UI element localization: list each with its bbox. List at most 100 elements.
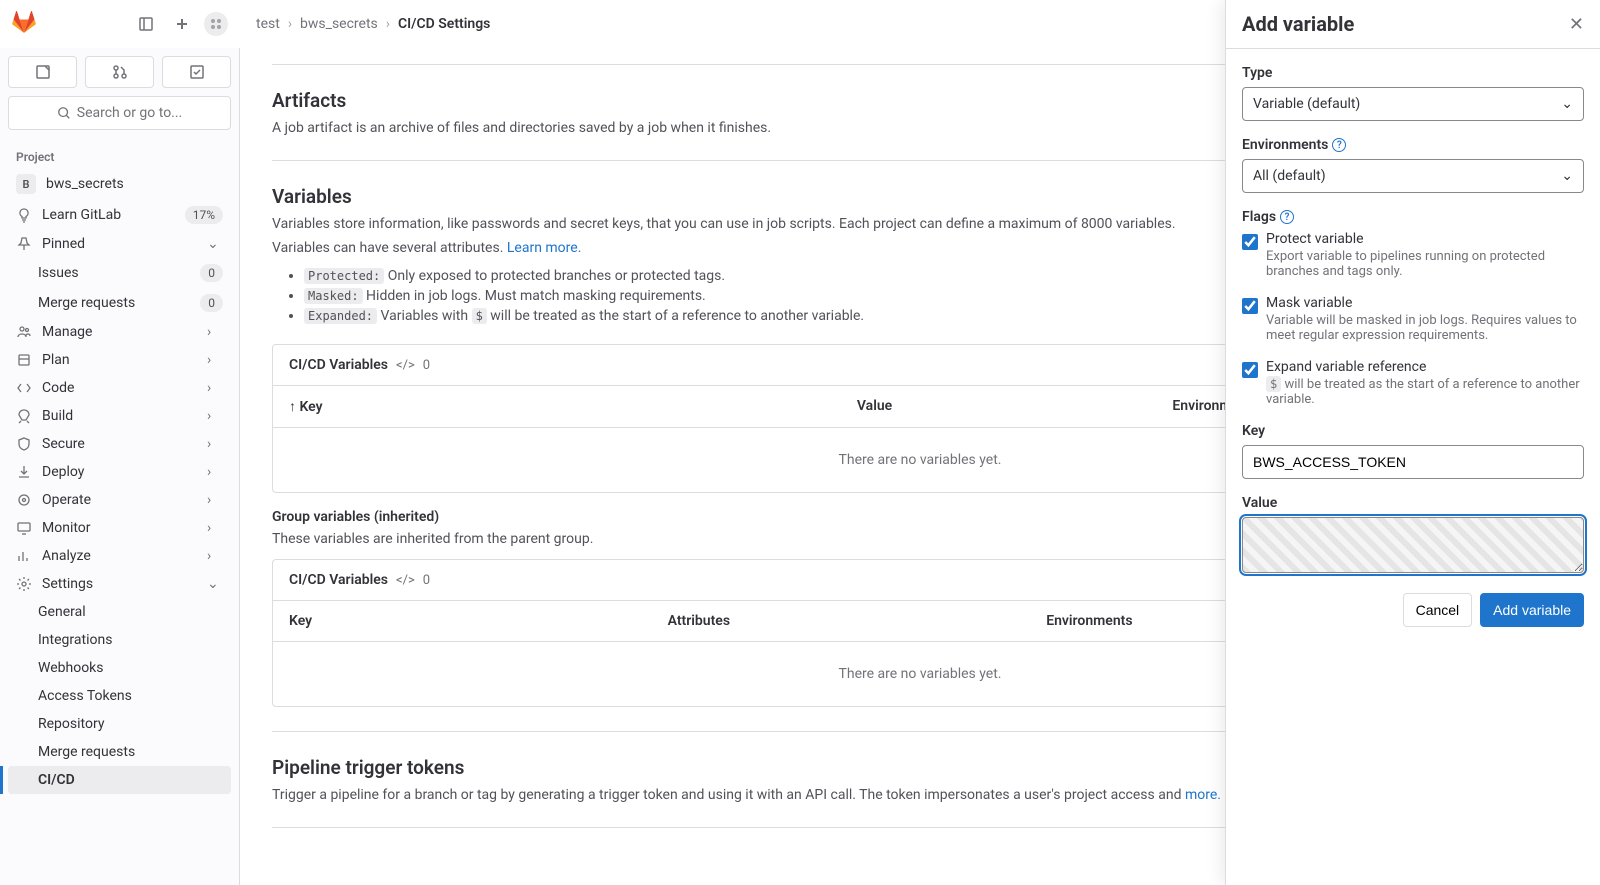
more-link[interactable]: more. bbox=[1185, 787, 1221, 803]
sidebar-section-label: Project bbox=[8, 142, 231, 168]
sidebar-item-label: Monitor bbox=[42, 520, 197, 536]
sidebar-item-label: Repository bbox=[38, 716, 223, 732]
pin-icon bbox=[16, 236, 32, 252]
sidebar-item-label: Deploy bbox=[42, 464, 197, 480]
merge-request-icon[interactable] bbox=[85, 56, 154, 88]
type-select[interactable]: Variable (default) ⌄ bbox=[1242, 87, 1584, 121]
count-value: 0 bbox=[423, 573, 430, 588]
close-icon[interactable]: ✕ bbox=[1569, 14, 1584, 35]
code-badge: Masked: bbox=[304, 288, 363, 304]
chevron-down-icon: ⌄ bbox=[207, 576, 223, 592]
chevron-right-icon: › bbox=[207, 324, 223, 340]
code-icon-small: </> bbox=[396, 358, 415, 373]
open-in-ide-button[interactable] bbox=[8, 56, 77, 88]
table-header-key[interactable]: ↑ Key bbox=[289, 398, 857, 415]
table-header-attributes: Attributes bbox=[668, 613, 1047, 629]
breadcrumb-current: CI/CD Settings bbox=[398, 16, 490, 32]
sidebar-item-code[interactable]: Code › bbox=[8, 374, 231, 402]
key-input[interactable] bbox=[1242, 445, 1584, 479]
sidebar: Search or go to... Project B bws_secrets… bbox=[0, 48, 240, 885]
sidebar-item-label: Issues bbox=[38, 265, 190, 281]
code-icon bbox=[16, 380, 32, 396]
add-variable-button[interactable]: Add variable bbox=[1480, 593, 1584, 627]
sidebar-item-merge-requests[interactable]: Merge requests 0 bbox=[8, 288, 231, 318]
gitlab-logo bbox=[12, 10, 36, 38]
cancel-button[interactable]: Cancel bbox=[1403, 593, 1473, 627]
sidebar-project-link[interactable]: B bws_secrets bbox=[8, 168, 231, 200]
sidebar-pinned[interactable]: Pinned ⌄ bbox=[8, 230, 231, 258]
sidebar-item-deploy[interactable]: Deploy › bbox=[8, 458, 231, 486]
sidebar-item-issues[interactable]: Issues 0 bbox=[8, 258, 231, 288]
count-value: 0 bbox=[423, 358, 430, 373]
sidebar-item-plan[interactable]: Plan › bbox=[8, 346, 231, 374]
sidebar-item-label: bws_secrets bbox=[46, 176, 223, 192]
sidebar-item-repository[interactable]: Repository bbox=[8, 710, 231, 738]
mask-variable-label: Mask variable Variable will be masked in… bbox=[1266, 295, 1584, 343]
sidebar-item-label: CI/CD bbox=[38, 772, 223, 788]
sidebar-item-analyze[interactable]: Analyze › bbox=[8, 542, 231, 570]
plus-icon[interactable] bbox=[168, 10, 196, 38]
card-title: CI/CD Variables bbox=[289, 357, 388, 373]
breadcrumb-item[interactable]: bws_secrets bbox=[300, 16, 378, 32]
count-badge: 0 bbox=[200, 294, 223, 312]
search-input[interactable]: Search or go to... bbox=[8, 96, 231, 130]
expand-variable-label: Expand variable reference $ will be trea… bbox=[1266, 359, 1584, 407]
protect-variable-checkbox[interactable] bbox=[1242, 234, 1258, 250]
sidebar-item-webhooks[interactable]: Webhooks bbox=[8, 654, 231, 682]
sidebar-learn-gitlab[interactable]: Learn GitLab 17% bbox=[8, 200, 231, 230]
sidebar-item-label: General bbox=[38, 604, 223, 620]
sidebar-item-secure[interactable]: Secure › bbox=[8, 430, 231, 458]
sidebar-item-manage[interactable]: Manage › bbox=[8, 318, 231, 346]
expand-variable-checkbox[interactable] bbox=[1242, 362, 1258, 378]
sidebar-item-label: Build bbox=[42, 408, 197, 424]
todo-icon[interactable] bbox=[162, 56, 231, 88]
chevron-right-icon: › bbox=[207, 492, 223, 508]
sidebar-item-settings[interactable]: Settings ⌄ bbox=[8, 570, 231, 598]
help-icon[interactable]: ? bbox=[1280, 210, 1294, 224]
sidebar-item-cicd[interactable]: CI/CD bbox=[8, 766, 231, 794]
sidebar-item-operate[interactable]: Operate › bbox=[8, 486, 231, 514]
breadcrumb-item[interactable]: test bbox=[256, 16, 280, 32]
flags-label: Flags ? bbox=[1242, 209, 1584, 225]
bulb-icon bbox=[16, 207, 32, 223]
chevron-right-icon: › bbox=[207, 408, 223, 424]
plan-icon bbox=[16, 352, 32, 368]
learn-more-link[interactable]: Learn more. bbox=[507, 240, 582, 256]
sidebar-item-label: Integrations bbox=[38, 632, 223, 648]
user-avatar[interactable] bbox=[204, 12, 228, 36]
sidebar-item-build[interactable]: Build › bbox=[8, 402, 231, 430]
search-placeholder: Search or go to... bbox=[77, 105, 183, 121]
chevron-right-icon: › bbox=[207, 548, 223, 564]
mask-variable-checkbox[interactable] bbox=[1242, 298, 1258, 314]
sidebar-item-label: Settings bbox=[42, 576, 197, 592]
chart-icon bbox=[16, 548, 32, 564]
sidebar-item-general[interactable]: General bbox=[8, 598, 231, 626]
sidebar-item-access-tokens[interactable]: Access Tokens bbox=[8, 682, 231, 710]
deploy-icon bbox=[16, 464, 32, 480]
project-avatar: B bbox=[16, 174, 36, 194]
sidebar-item-label: Plan bbox=[42, 352, 197, 368]
environments-label: Environments ? bbox=[1242, 137, 1584, 153]
chevron-right-icon: › bbox=[207, 520, 223, 536]
sidebar-item-label: Access Tokens bbox=[38, 688, 223, 704]
table-header-value: Value bbox=[857, 398, 1173, 415]
value-textarea[interactable] bbox=[1242, 517, 1584, 573]
sidebar-item-monitor[interactable]: Monitor › bbox=[8, 514, 231, 542]
sidebar-item-label: Operate bbox=[42, 492, 197, 508]
monitor-icon bbox=[16, 520, 32, 536]
sidebar-item-merge-requests-settings[interactable]: Merge requests bbox=[8, 738, 231, 766]
sidebar-item-integrations[interactable]: Integrations bbox=[8, 626, 231, 654]
code-badge: Protected: bbox=[304, 268, 384, 284]
protect-variable-label: Protect variable Export variable to pipe… bbox=[1266, 231, 1584, 279]
help-icon[interactable]: ? bbox=[1332, 138, 1346, 152]
progress-badge: 17% bbox=[185, 206, 223, 224]
chevron-down-icon: ⌄ bbox=[1561, 96, 1573, 112]
rocket-icon bbox=[16, 408, 32, 424]
chevron-right-icon: › bbox=[207, 380, 223, 396]
add-variable-drawer: Add variable ✕ Type Variable (default) ⌄… bbox=[1225, 0, 1600, 885]
panel-left-icon[interactable] bbox=[132, 10, 160, 38]
chevron-right-icon: › bbox=[207, 352, 223, 368]
environments-select[interactable]: All (default) ⌄ bbox=[1242, 159, 1584, 193]
sidebar-item-label: Learn GitLab bbox=[42, 207, 175, 223]
table-header-key: Key bbox=[289, 613, 668, 629]
